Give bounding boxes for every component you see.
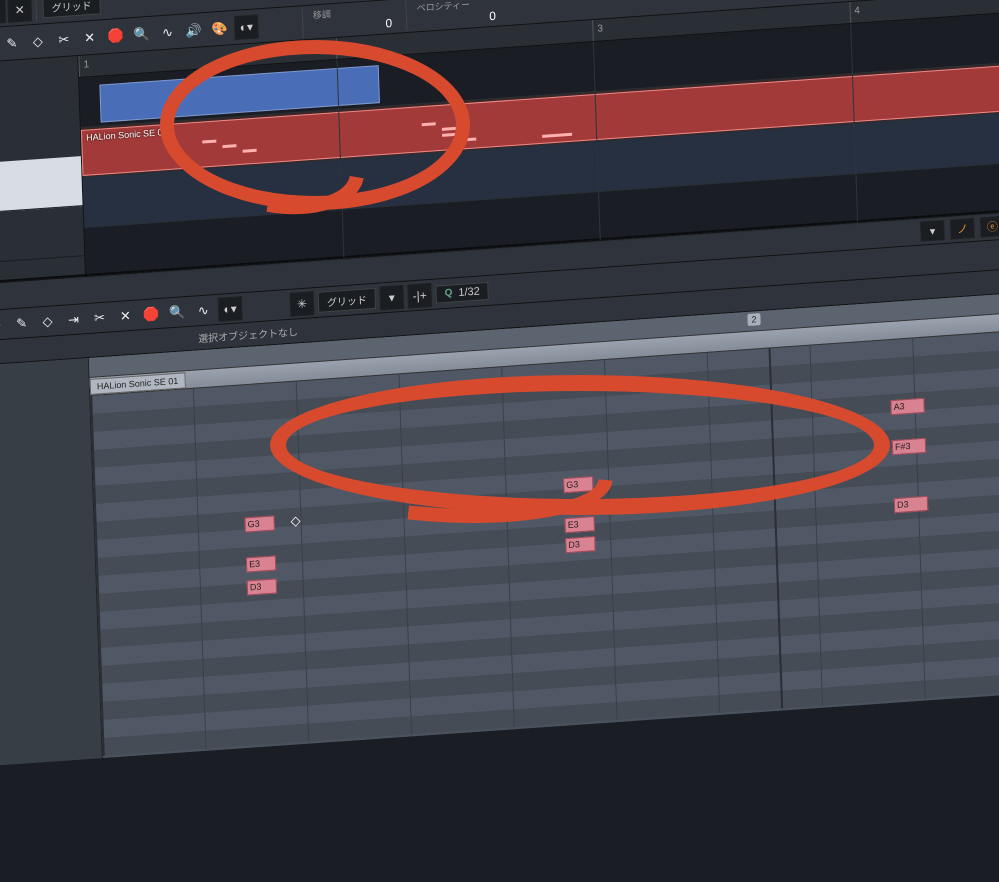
midi-note[interactable]: E3 xyxy=(246,555,276,572)
piano-roll-sidebar xyxy=(0,358,103,770)
snap-toggle-button[interactable]: ✳ xyxy=(290,291,315,317)
color-dropdown-button[interactable]: ◐▾ xyxy=(218,296,243,322)
midi-note[interactable]: D3 xyxy=(565,536,595,553)
grid-label[interactable]: グリッド xyxy=(42,0,101,18)
track-list: オフセット 0. 0. 0. 01 🔈 R W E 02 xyxy=(0,56,86,286)
erase-tool-icon[interactable]: ◇ xyxy=(26,30,49,54)
no-selection-label: 選択オブジェクトなし xyxy=(198,323,298,345)
erase-tool-icon[interactable]: ◇ xyxy=(36,310,59,334)
quantize-field[interactable]: Q 1/32 xyxy=(435,281,489,303)
piano-roll: 2 HALion Sonic SE 01 G3 E3 xyxy=(0,286,999,770)
line-tool-icon[interactable]: ∿ xyxy=(192,299,215,323)
midi-note[interactable]: F#3 xyxy=(892,438,926,455)
midi-note[interactable]: D3 xyxy=(894,496,928,513)
midi-note[interactable]: G3 xyxy=(244,515,274,532)
mute-tool-icon[interactable]: 🛑 xyxy=(140,302,163,326)
line-tool-icon[interactable]: ∿ xyxy=(156,20,179,44)
midi-note[interactable]: D3 xyxy=(247,578,277,595)
scissors-tool-icon[interactable]: ✂ xyxy=(52,28,75,52)
snap-off-icon[interactable]: ノ xyxy=(950,218,975,240)
midi-note[interactable]: G3 xyxy=(563,476,593,493)
color-tool-icon[interactable]: 🎨 xyxy=(208,17,231,41)
midi-note[interactable]: A3 xyxy=(890,398,924,415)
snap-crossing-icon[interactable]: ✕ xyxy=(7,0,32,22)
draw-tool-icon[interactable]: ✎ xyxy=(10,311,33,335)
scissors-tool-icon[interactable]: ✂ xyxy=(88,306,111,330)
dropdown-button[interactable]: ▾ xyxy=(920,220,945,242)
midi-note[interactable]: E3 xyxy=(564,516,594,533)
zoom-tool-icon[interactable]: 🔍 xyxy=(130,22,153,46)
erase-cursor-icon: ◇ xyxy=(284,509,307,533)
transpose-field[interactable]: 移調 0 xyxy=(302,0,403,38)
auto-scroll-icon[interactable]: ⓔ xyxy=(980,216,999,238)
glue-tool-icon[interactable]: ✕ xyxy=(78,26,101,50)
zoom-tool-icon[interactable]: 🔍 xyxy=(166,300,189,324)
nudge-button[interactable]: -|+ xyxy=(407,282,432,308)
grid-dropdown-button[interactable]: ▾ xyxy=(379,284,404,310)
note-area[interactable]: G3 E3 D3 ◇ G3 E3 D3 A3 F#3 D3 xyxy=(90,324,999,756)
piano-roll-grid[interactable]: 2 HALion Sonic SE 01 G3 E3 xyxy=(89,286,999,758)
trim-tool-icon[interactable]: ⇥ xyxy=(62,308,85,332)
mute-tool-icon[interactable]: 🛑 xyxy=(104,24,127,48)
track-name: E 02 xyxy=(0,225,78,248)
grid-label[interactable]: グリッド xyxy=(318,288,377,313)
track-item[interactable]: E 02 xyxy=(0,206,84,268)
glue-tool-icon[interactable]: ✕ xyxy=(114,304,137,328)
draw-tool-icon[interactable]: ✎ xyxy=(1,31,24,55)
snap-button[interactable]: ⌖ xyxy=(0,0,6,24)
color-dropdown-button[interactable]: ◐▾ xyxy=(234,14,259,40)
play-tool-icon[interactable]: 🔊 xyxy=(182,19,205,43)
select-tool-icon[interactable]: ➤ xyxy=(0,313,7,337)
